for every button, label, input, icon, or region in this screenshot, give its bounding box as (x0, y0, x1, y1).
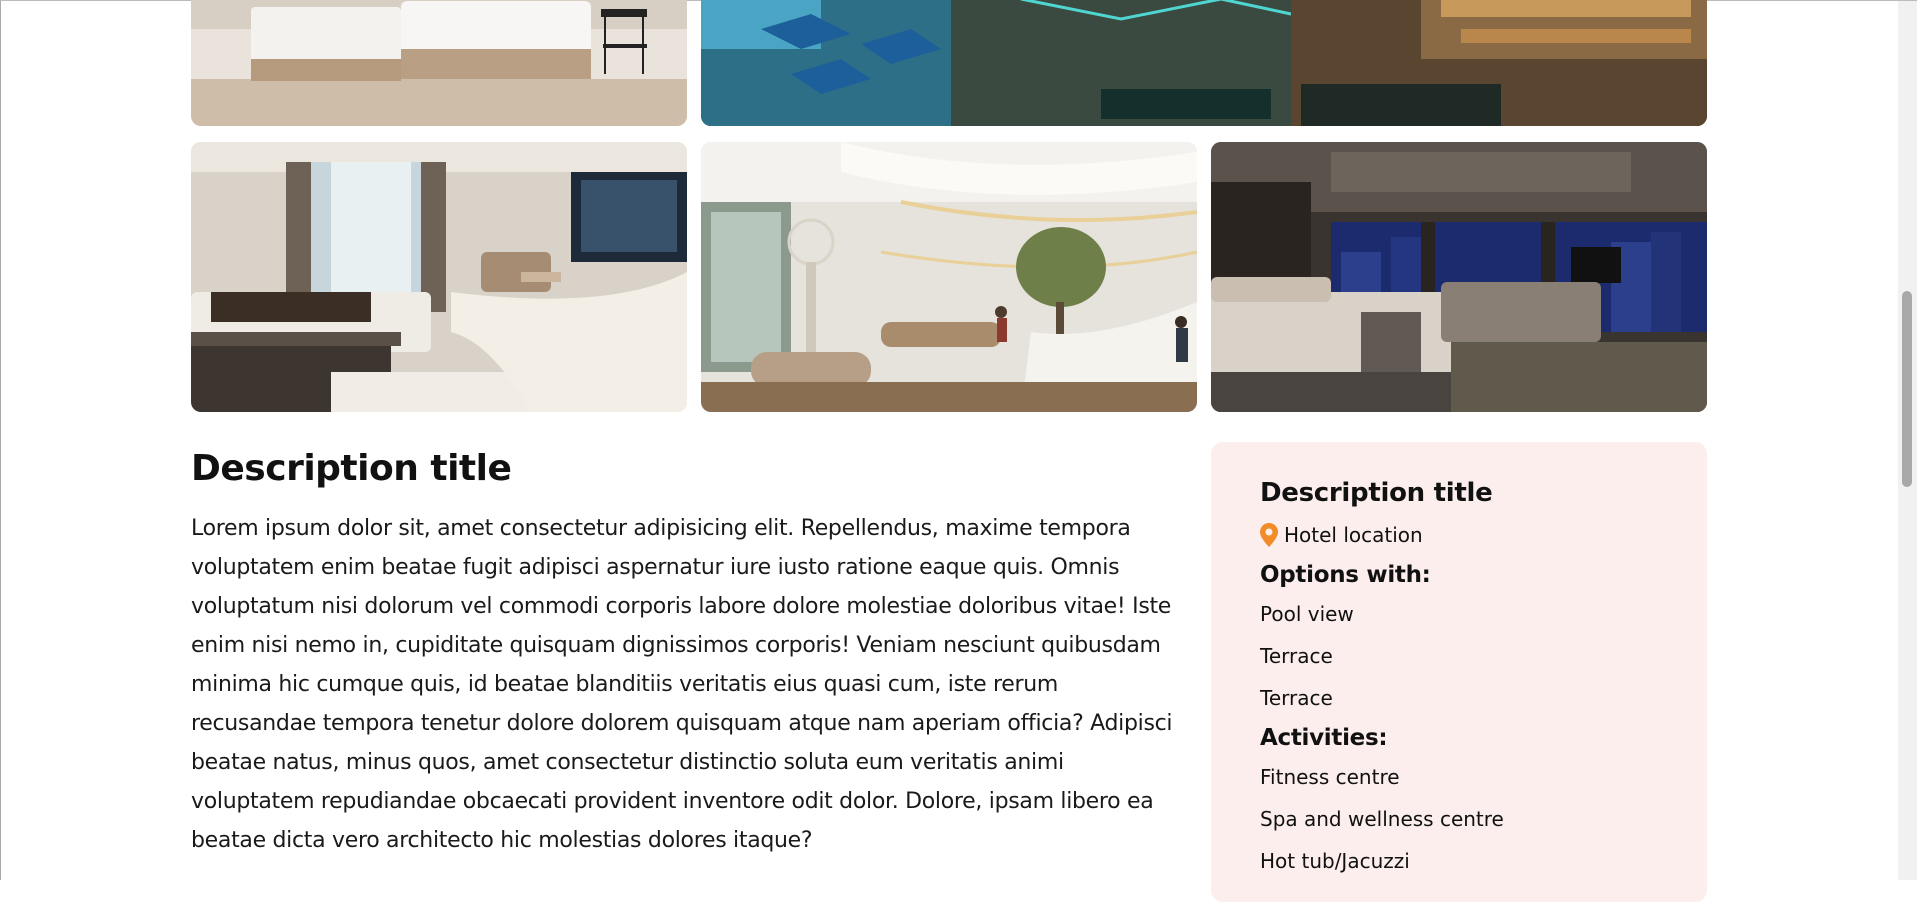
options-heading: Options with: (1260, 562, 1431, 588)
gallery-photo-suite[interactable] (191, 142, 687, 412)
option-item: Pool view (1260, 602, 1354, 626)
hotel-info-card: Description title Hotel location Options… (1211, 442, 1707, 902)
description-body: Lorem ipsum dolor sit, amet consectetur … (191, 516, 1173, 853)
activity-item: Spa and wellness centre (1260, 807, 1504, 831)
activity-item: Hot tub/Jacuzzi (1260, 849, 1410, 873)
page-scrollbar[interactable] (1898, 1, 1917, 880)
page-edge (0, 1, 1, 880)
option-item: Terrace (1260, 644, 1333, 668)
gallery-photo-twin-room[interactable] (191, 0, 687, 126)
option-item: Terrace (1260, 686, 1333, 710)
hotel-location-text: Hotel location (1284, 523, 1423, 547)
gallery-photo-city-view-room[interactable] (1211, 142, 1707, 412)
activity-item: Fitness centre (1260, 765, 1400, 789)
gallery-photo-pool-night[interactable] (701, 0, 1707, 126)
description-title: Description title (191, 448, 512, 489)
scrollbar-thumb[interactable] (1902, 291, 1912, 487)
gallery-photo-lobby[interactable] (701, 142, 1197, 412)
card-title: Description title (1260, 478, 1493, 508)
hotel-location: Hotel location (1260, 521, 1423, 549)
activities-heading: Activities: (1260, 725, 1388, 751)
map-pin-icon (1260, 523, 1278, 547)
